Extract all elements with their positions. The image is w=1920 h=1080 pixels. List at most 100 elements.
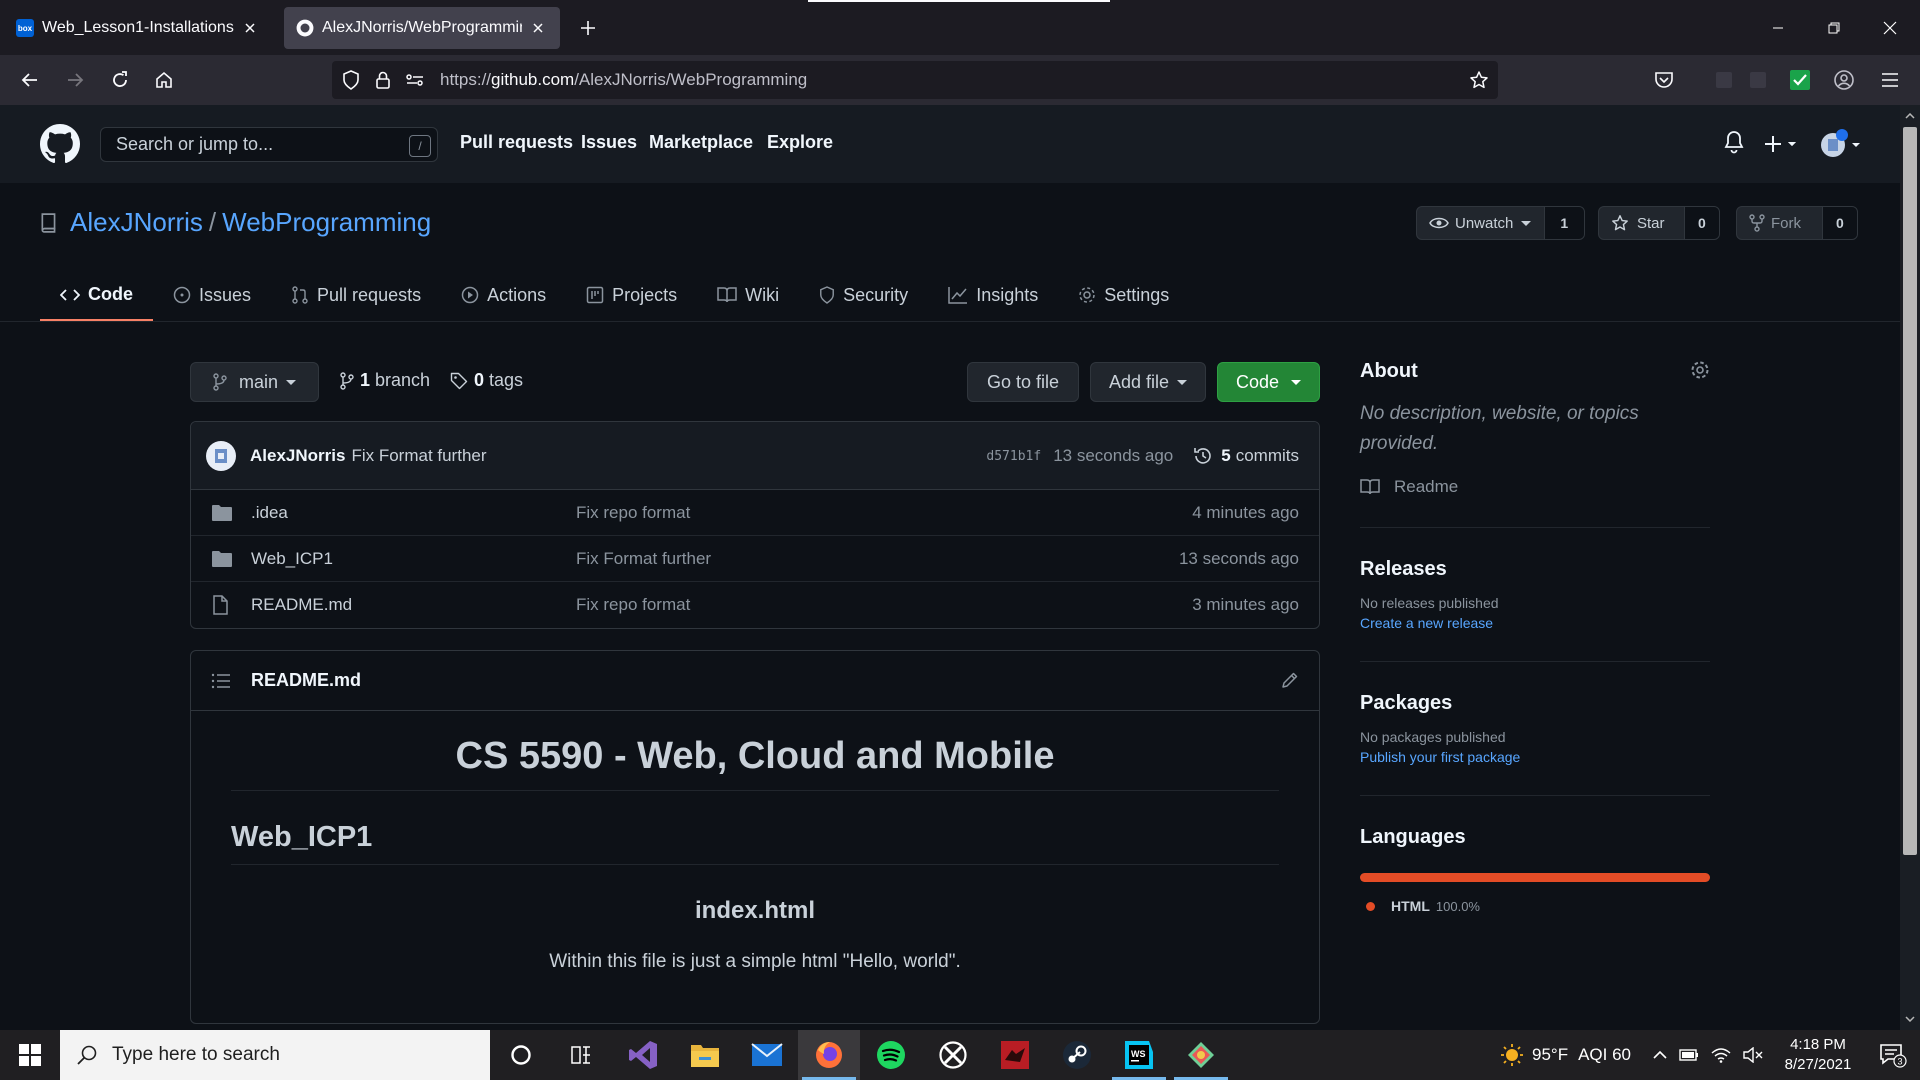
reload-icon[interactable] [104, 64, 136, 96]
new-tab-icon[interactable] [574, 14, 602, 42]
cortana-icon[interactable] [490, 1030, 552, 1080]
list-icon[interactable] [211, 673, 231, 689]
publish-package-link[interactable]: Publish your first package [1360, 749, 1710, 765]
restore-icon[interactable] [1806, 0, 1862, 55]
tab-settings[interactable]: Settings [1058, 270, 1189, 320]
firefox-icon[interactable] [798, 1030, 860, 1080]
task-view-icon[interactable] [550, 1030, 612, 1080]
notification-center-icon[interactable]: 3 [1866, 1030, 1920, 1080]
file-name-link[interactable]: Web_ICP1 [251, 549, 576, 569]
forward-arrow-icon[interactable] [59, 64, 91, 96]
fork-count[interactable]: 0 [1821, 207, 1857, 239]
file-commit-message[interactable]: Fix Format further [576, 549, 711, 569]
star-button[interactable]: Star 0 [1598, 206, 1720, 240]
menu-icon[interactable] [1874, 64, 1906, 96]
url-text[interactable]: https://github.com/AlexJNorris/WebProgra… [440, 70, 807, 90]
gitkraken-icon[interactable] [1170, 1030, 1232, 1080]
weather-icon[interactable] [1500, 1043, 1524, 1067]
tab-pull-requests[interactable]: Pull requests [271, 270, 441, 320]
tags-link[interactable]: 0 tags [450, 370, 523, 391]
close-window-icon[interactable] [1862, 0, 1918, 55]
repo-name-link[interactable]: WebProgramming [222, 207, 431, 238]
page-scrollbar[interactable] [1900, 105, 1920, 1030]
tab-issues[interactable]: Issues [153, 270, 271, 320]
tab-actions[interactable]: Actions [441, 270, 566, 320]
lock-icon[interactable] [370, 67, 396, 93]
shield-icon[interactable] [338, 67, 364, 93]
taskbar-search-input[interactable]: Type here to search [60, 1030, 490, 1080]
nav-marketplace[interactable]: Marketplace [649, 132, 753, 153]
scroll-down-icon[interactable] [1904, 1013, 1916, 1025]
create-release-link[interactable]: Create a new release [1360, 615, 1710, 631]
unwatch-button[interactable]: Unwatch 1 [1416, 206, 1585, 240]
commit-author-link[interactable]: AlexJNorris [250, 446, 345, 466]
scroll-up-icon[interactable] [1904, 110, 1916, 122]
go-to-file-button[interactable]: Go to file [967, 362, 1079, 402]
nav-issues[interactable]: Issues [581, 132, 637, 153]
home-icon[interactable] [148, 64, 180, 96]
volume-muted-icon[interactable] [1743, 1047, 1763, 1063]
tab-wiki[interactable]: Wiki [697, 270, 799, 320]
close-tab-icon[interactable] [528, 18, 548, 38]
steam-icon[interactable] [1046, 1030, 1108, 1080]
code-button[interactable]: Code [1217, 362, 1320, 402]
chevron-up-icon[interactable] [1653, 1050, 1667, 1060]
watch-count[interactable]: 1 [1543, 207, 1584, 239]
fork-button[interactable]: Fork 0 [1736, 206, 1858, 240]
repo-owner-link[interactable]: AlexJNorris [70, 207, 203, 238]
extension-icon[interactable] [1708, 64, 1740, 96]
pencil-icon[interactable] [1281, 671, 1299, 689]
github-logo-icon[interactable] [40, 124, 80, 164]
file-name-link[interactable]: .idea [251, 503, 576, 523]
file-commit-message[interactable]: Fix repo format [576, 595, 690, 615]
close-tab-icon[interactable] [240, 18, 260, 38]
star-count[interactable]: 0 [1683, 207, 1719, 239]
tab-security[interactable]: Security [799, 270, 928, 320]
webstorm-icon[interactable]: WS [1108, 1030, 1170, 1080]
commit-sha-link[interactable]: d571b1f [986, 449, 1041, 464]
nav-explore[interactable]: Explore [767, 132, 833, 153]
battery-icon[interactable] [1679, 1048, 1699, 1062]
nav-pull-requests[interactable]: Pull requests [460, 132, 573, 153]
file-explorer-icon[interactable] [674, 1030, 736, 1080]
browser-tab-github[interactable]: AlexJNorris/WebProgramming [284, 7, 560, 49]
avatar[interactable] [1820, 129, 1862, 159]
tab-insights[interactable]: Insights [928, 270, 1058, 320]
releases-title[interactable]: Releases [1360, 558, 1710, 581]
table-row[interactable]: README.md Fix repo format 3 minutes ago [191, 582, 1319, 628]
tab-code[interactable]: Code [40, 270, 153, 322]
address-bar[interactable]: https://github.com/AlexJNorris/WebProgra… [332, 61, 1498, 99]
minimize-icon[interactable] [1750, 0, 1806, 55]
system-clock[interactable]: 4:18 PM 8/27/2021 [1770, 1035, 1866, 1075]
bookmark-star-icon[interactable] [1466, 67, 1492, 93]
weather-aqi[interactable]: AQI 60 [1578, 1045, 1631, 1065]
readme-link[interactable]: Readme [1360, 477, 1710, 497]
mail-icon[interactable] [736, 1030, 798, 1080]
table-row[interactable]: .idea Fix repo format 4 minutes ago [191, 490, 1319, 536]
wifi-icon[interactable] [1711, 1047, 1731, 1063]
commits-link[interactable]: 5 commits [1193, 446, 1299, 466]
plus-icon[interactable] [1764, 135, 1800, 153]
table-row[interactable]: Web_ICP1 Fix Format further 13 seconds a… [191, 536, 1319, 582]
scrollbar-thumb[interactable] [1903, 127, 1917, 855]
back-arrow-icon[interactable] [14, 64, 46, 96]
language-item[interactable]: HTML 100.0% [1366, 898, 1710, 914]
permissions-icon[interactable] [402, 67, 428, 93]
file-name-link[interactable]: README.md [251, 595, 576, 615]
bell-icon[interactable] [1723, 130, 1745, 154]
file-commit-message[interactable]: Fix repo format [576, 503, 690, 523]
spotify-icon[interactable] [860, 1030, 922, 1080]
commit-message-link[interactable]: Fix Format further [351, 446, 486, 466]
checkmark-extension-icon[interactable] [1784, 64, 1816, 96]
app-red-icon[interactable] [984, 1030, 1046, 1080]
avatar[interactable] [206, 440, 236, 471]
xbox-icon[interactable] [922, 1030, 984, 1080]
weather-temp[interactable]: 95°F [1532, 1045, 1568, 1065]
visual-studio-icon[interactable] [612, 1030, 674, 1080]
packages-title[interactable]: Packages [1360, 692, 1710, 715]
extension-icon[interactable] [1742, 64, 1774, 96]
browser-tab-pptx[interactable]: box Web_Lesson1-Installations.pptx [4, 7, 272, 49]
branch-select-button[interactable]: main [190, 362, 319, 402]
branches-link[interactable]: 1 branch [340, 370, 430, 391]
gear-icon[interactable] [1690, 360, 1710, 380]
